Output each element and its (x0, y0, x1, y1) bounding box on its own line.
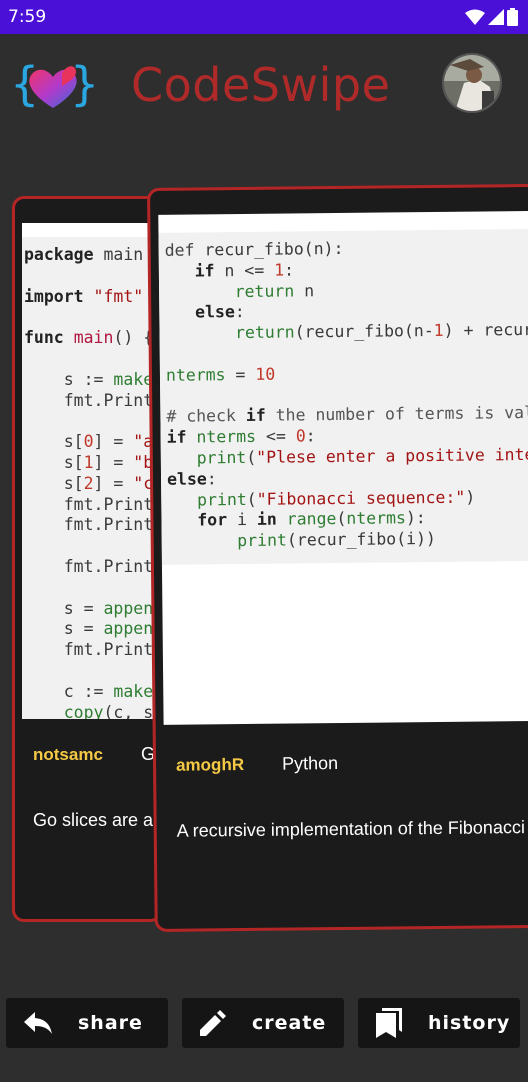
create-button[interactable]: create (182, 998, 344, 1048)
user-avatar[interactable] (442, 53, 502, 113)
status-time: 7:59 (8, 7, 47, 27)
history-button[interactable]: history (358, 998, 520, 1048)
wifi-icon (465, 9, 485, 25)
bookmarks-icon (376, 1008, 402, 1038)
share-label: share (78, 1012, 143, 1034)
card-description: A recursive implementation of the Fibona… (176, 816, 528, 841)
app-bar: { } CodeSwipe (0, 34, 528, 134)
bottom-action-bar: share create history (0, 998, 528, 1050)
code-text-go: package main import "fmt" func main() { … (24, 245, 162, 719)
status-icons (465, 8, 518, 26)
card-username[interactable]: amoghR (176, 755, 244, 776)
app-title: CodeSwipe (131, 58, 391, 112)
create-label: create (252, 1012, 327, 1034)
card-language: Python (281, 753, 339, 774)
card-description: Go slices are a (33, 810, 154, 830)
battery-icon (507, 8, 518, 26)
history-label: history (428, 1012, 511, 1034)
reply-icon (24, 1012, 52, 1034)
code-text-python: def recur_fibo(n): if n <= 1: return n e… (164, 238, 528, 551)
pencil-icon (200, 1010, 226, 1036)
cell-signal-icon (488, 9, 504, 25)
app-logo: { } (10, 54, 99, 118)
card-username[interactable]: notsamc (33, 745, 103, 765)
share-button[interactable]: share (6, 998, 168, 1048)
code-snippet-go: package main import "fmt" func main() { … (22, 223, 162, 719)
code-card-front[interactable]: def recur_fibo(n): if n <= 1: return n e… (147, 183, 528, 932)
status-bar: 7:59 (0, 0, 528, 34)
code-card-back[interactable]: package main import "fmt" func main() { … (12, 196, 162, 922)
code-snippet-python: def recur_fibo(n): if n <= 1: return n e… (158, 210, 528, 725)
